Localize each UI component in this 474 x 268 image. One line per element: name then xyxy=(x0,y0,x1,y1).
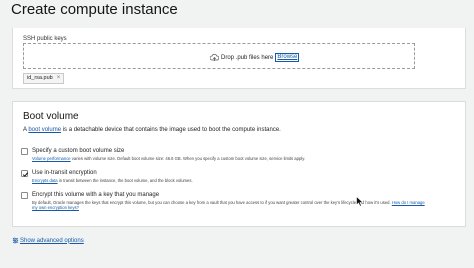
checkmark-icon xyxy=(22,172,29,177)
boot-volume-heading: Boot volume xyxy=(23,111,79,122)
manage-keys-link[interactable]: How do I manage xyxy=(392,200,425,205)
ssh-file-chip: id_rsa.pub × xyxy=(23,73,65,84)
managed-key-description: By default, Oracle manages the keys that… xyxy=(32,200,425,205)
boot-volume-link[interactable]: boot volume xyxy=(28,127,61,133)
ssh-keys-card: SSH public keys Drop .pub files here Bro… xyxy=(12,28,466,89)
ssh-keys-label: SSH public keys xyxy=(23,36,67,42)
in-transit-encryption-checkbox[interactable] xyxy=(21,170,29,177)
custom-boot-size-description: Volume performance varies with volume si… xyxy=(32,156,306,161)
in-transit-encryption-description: Encrypts data in transit between the ins… xyxy=(32,178,193,183)
boot-volume-intro: A boot volume is a detachable device tha… xyxy=(23,127,281,133)
managed-key-checkbox[interactable] xyxy=(21,192,28,199)
dropzone-text: Drop .pub files here xyxy=(221,54,274,61)
manage-keys-link-line2[interactable]: my own encryption keys? xyxy=(32,205,79,210)
show-advanced-options-link[interactable]: Show advanced options xyxy=(20,238,84,244)
encrypts-data-link[interactable]: Encrypts data xyxy=(32,178,58,183)
mouse-cursor-icon xyxy=(356,196,364,207)
show-advanced-options[interactable]: Show advanced options xyxy=(12,237,84,244)
remove-file-icon[interactable]: × xyxy=(57,74,61,83)
browse-button[interactable]: Browse xyxy=(275,53,300,62)
ssh-file-name: id_rsa.pub xyxy=(27,75,53,81)
boot-volume-card: Boot volume A boot volume is a detachabl… xyxy=(12,101,466,227)
custom-boot-size-checkbox[interactable] xyxy=(21,148,28,155)
managed-key-description-line2: my own encryption keys? xyxy=(32,205,79,210)
upload-cloud-icon xyxy=(210,53,219,61)
ssh-file-dropzone[interactable]: Drop .pub files here Browse xyxy=(23,43,415,69)
in-transit-encryption-label: Use in-transit encryption xyxy=(32,170,97,176)
page-title: Create compute instance xyxy=(11,1,178,18)
volume-performance-link[interactable]: Volume performance xyxy=(32,156,71,161)
sliders-icon xyxy=(12,237,19,244)
managed-key-label: Encrypt this volume with a key that you … xyxy=(32,192,160,198)
custom-boot-size-label: Specify a custom boot volume size xyxy=(32,148,125,154)
